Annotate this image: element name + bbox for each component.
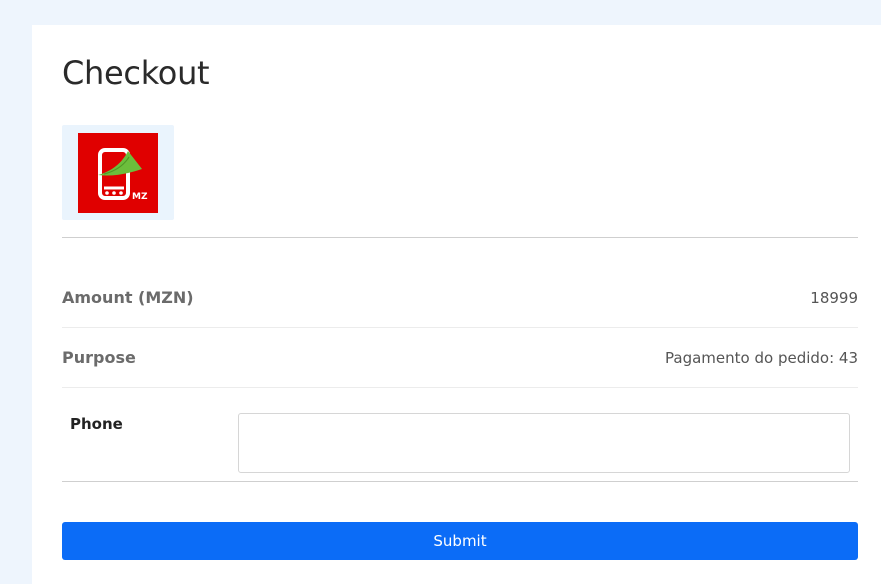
phone-form-group: Phone: [62, 388, 858, 482]
payment-method-logo-container: MZ: [62, 125, 174, 220]
page-title: Checkout: [62, 54, 210, 92]
amount-label: Amount (MZN): [62, 288, 194, 307]
submit-button[interactable]: Submit: [62, 522, 858, 560]
checkout-card: Checkout MZ Amount (MZN) 18999 Purpose P…: [32, 25, 881, 584]
purpose-value: Pagamento do pedido: 43: [665, 348, 858, 367]
phone-input[interactable]: [238, 413, 850, 473]
purpose-row: Purpose Pagamento do pedido: 43: [62, 328, 858, 388]
purpose-label: Purpose: [62, 348, 136, 367]
mobile-payment-icon: MZ: [78, 133, 158, 213]
phone-label: Phone: [70, 415, 123, 433]
amount-row: Amount (MZN) 18999: [62, 268, 858, 328]
mobile-payment-logo-graphic: MZ: [98, 148, 148, 202]
header-divider: [62, 237, 858, 238]
amount-value: 18999: [810, 288, 858, 307]
logo-text: MZ: [132, 192, 148, 202]
